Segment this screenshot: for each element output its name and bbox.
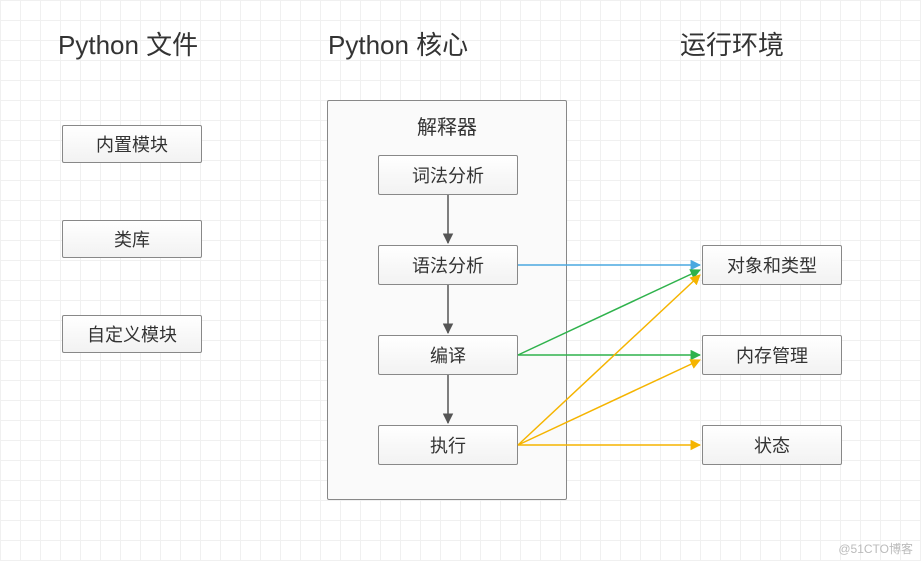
heading-python-file: Python 文件 (58, 25, 198, 62)
node-memory-management: 内存管理 (702, 335, 842, 375)
watermark: @51CTO博客 (838, 540, 913, 557)
node-execute: 执行 (378, 425, 518, 465)
node-state: 状态 (702, 425, 842, 465)
node-lexical-analysis: 词法分析 (378, 155, 518, 195)
node-builtin-module: 内置模块 (62, 125, 202, 163)
interpreter-title: 解释器 (328, 111, 566, 140)
heading-python-core: Python 核心 (328, 25, 468, 62)
heading-runtime-env: 运行环境 (680, 25, 784, 62)
node-syntax-analysis: 语法分析 (378, 245, 518, 285)
node-library: 类库 (62, 220, 202, 258)
node-custom-module: 自定义模块 (62, 315, 202, 353)
node-object-type: 对象和类型 (702, 245, 842, 285)
node-compile: 编译 (378, 335, 518, 375)
